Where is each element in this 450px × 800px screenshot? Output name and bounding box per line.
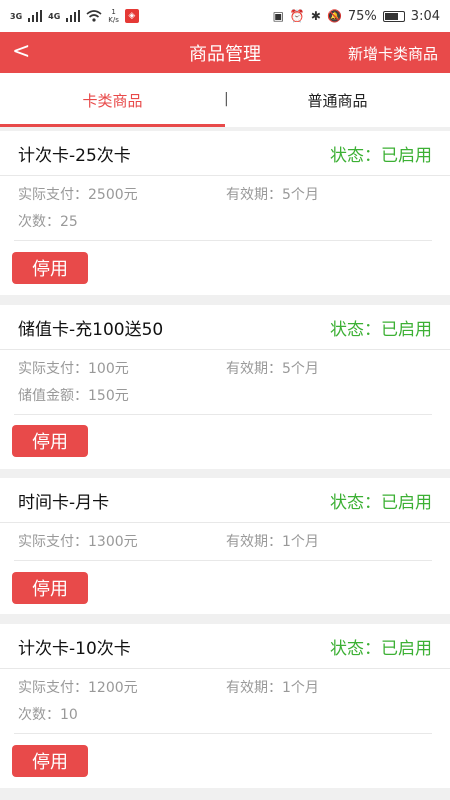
tab-active-indicator [0,124,225,127]
status-bar: 3G 4G 1 K/s ◈ ▣ ⏰ ✱ 🔕 75% 3:04 [0,0,450,32]
card-divider [14,240,432,241]
card-paid: 实际支付：100元 [18,361,129,377]
card-divider [14,733,432,734]
alarm-icon: ⏰ [289,9,305,23]
tab-separator: | [224,91,229,107]
signal-bars-icon-2 [66,10,81,22]
card-status: 状态：已启用 [330,319,432,340]
card-status: 状态：已启用 [330,638,432,659]
tab-bar: 卡类商品 普通商品 | [0,73,450,127]
mute-icon: 🔕 [326,9,342,23]
status-bar-left: 3G 4G 1 K/s ◈ [10,8,139,24]
card-extra: 次数：10 [18,707,78,723]
signal-bars-icon [28,10,43,22]
net-speed-unit: K/s [108,16,119,24]
card-status: 状态：已启用 [330,145,432,166]
disable-button[interactable]: 停用 [12,425,88,457]
card-validity: 有效期：1个月 [226,680,319,696]
card-header: 计次卡-25次卡 状态：已启用 [18,131,432,175]
card-validity: 有效期：1个月 [226,534,319,550]
card-header: 储值卡-充100送50 状态：已启用 [18,305,432,349]
tab-normal-products-label: 普通商品 [307,91,368,110]
nfc-icon: ▣ [272,9,284,23]
card-name: 计次卡-10次卡 [18,638,131,659]
card-header: 时间卡-月卡 状态：已启用 [18,478,432,522]
card-divider [0,349,450,350]
card-name: 时间卡-月卡 [18,492,110,513]
signal-icon: 3G [10,11,23,21]
battery-level [384,12,399,20]
net-speed: 1 K/s [108,8,119,24]
card-paid: 实际支付：1200元 [18,680,138,696]
tab-card-products[interactable]: 卡类商品 [0,73,225,127]
card-paid: 实际支付：1300元 [18,534,138,550]
card-name: 储值卡-充100送50 [18,319,164,340]
add-card-product-button[interactable]: 新增卡类商品 [348,43,438,64]
card-item: 计次卡-10次卡 状态：已启用 实际支付：1200元 有效期：1个月 次数：10… [0,624,450,788]
tab-normal-products[interactable]: 普通商品 [225,73,450,127]
card-header: 计次卡-10次卡 状态：已启用 [18,624,432,668]
battery-percent: 75% [347,8,377,24]
card-divider [0,522,450,523]
card-validity: 有效期：5个月 [226,187,319,203]
card-divider [14,560,432,561]
card-status: 状态：已启用 [330,492,432,513]
disable-button[interactable]: 停用 [12,572,88,604]
card-item: 储值卡-充100送50 状态：已启用 实际支付：100元 有效期：5个月 储值金… [0,305,450,469]
card-divider [14,414,432,415]
battery-icon [382,10,405,22]
card-validity: 有效期：5个月 [226,361,319,377]
card-divider [0,668,450,669]
signal-icon-2: 4G [48,11,61,21]
wifi-icon [86,10,102,22]
disable-button[interactable]: 停用 [12,252,88,284]
back-button[interactable]: < [12,38,30,66]
disable-button[interactable]: 停用 [12,745,88,777]
net-speed-value: 1 [111,8,116,16]
tab-card-products-label: 卡类商品 [82,91,143,110]
card-item: 时间卡-月卡 状态：已启用 实际支付：1300元 有效期：1个月 停用 [0,478,450,614]
clock: 3:04 [410,8,440,24]
app-notification-icon: ◈ [124,9,139,23]
card-extra: 次数：25 [18,214,78,230]
card-divider [0,175,450,176]
card-item: 计次卡-25次卡 状态：已启用 实际支付：2500元 有效期：5个月 次数：25… [0,131,450,295]
bluetooth-icon: ✱ [310,9,321,23]
card-name: 计次卡-25次卡 [18,145,131,166]
status-bar-right: ▣ ⏰ ✱ 🔕 75% 3:04 [273,9,440,24]
navbar: < 商品管理 新增卡类商品 [0,32,450,73]
card-paid: 实际支付：2500元 [18,187,138,203]
card-extra: 储值金额：150元 [18,388,129,404]
